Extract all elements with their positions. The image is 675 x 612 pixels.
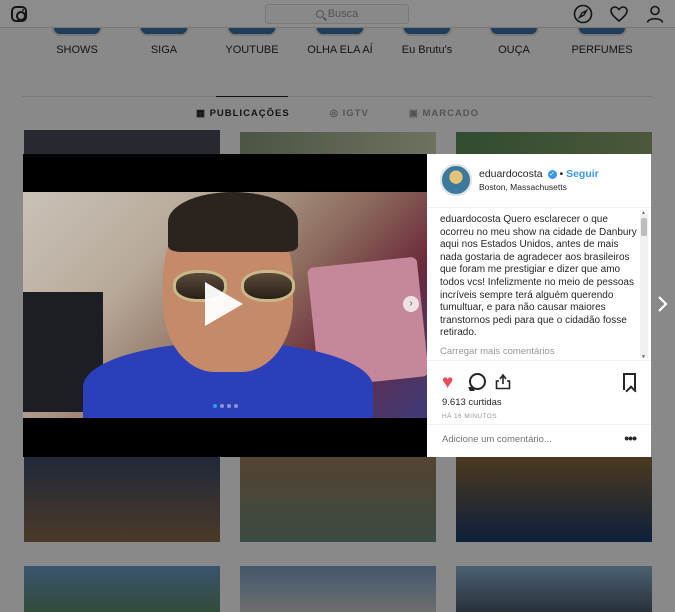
scrollbar-thumb[interactable] xyxy=(641,218,647,236)
follow-button[interactable]: Seguir xyxy=(566,168,599,180)
carousel-dot xyxy=(212,404,217,408)
post-author-line: eduardocosta ✓ • Seguir xyxy=(479,168,599,180)
post-timestamp: HÁ 16 MINUTOS xyxy=(442,413,497,420)
separator: • xyxy=(559,168,564,180)
caption-text: Quero esclarecer o que ocorreu no meu sh… xyxy=(440,214,637,339)
carousel-next-button[interactable]: › xyxy=(403,296,419,312)
caption-scrollbar[interactable] xyxy=(640,210,648,360)
post-media[interactable]: › xyxy=(23,154,427,457)
next-post-arrow-icon[interactable] xyxy=(655,294,671,314)
likes-count[interactable]: 9.613 curtidas xyxy=(442,397,502,408)
post-details-panel: eduardocosta ✓ • Seguir Boston, Massachu… xyxy=(427,154,651,457)
avatar[interactable] xyxy=(440,164,472,196)
comment-input[interactable] xyxy=(442,434,612,445)
comment-form: ••• xyxy=(427,424,651,457)
share-icon[interactable] xyxy=(495,373,511,390)
save-bookmark-icon[interactable] xyxy=(623,373,636,390)
video-frame[interactable]: › xyxy=(23,192,427,418)
comment-icon[interactable] xyxy=(469,373,486,390)
author-username[interactable]: eduardocosta xyxy=(479,168,543,180)
carousel-dot xyxy=(226,404,231,408)
post-location[interactable]: Boston, Massachusetts xyxy=(479,182,567,192)
like-heart-icon[interactable]: ♥ xyxy=(442,373,453,392)
carousel-dots xyxy=(23,404,427,408)
verified-badge-icon: ✓ xyxy=(547,169,557,179)
video-scene xyxy=(168,192,298,252)
more-options-icon[interactable]: ••• xyxy=(624,430,637,446)
post-actions: ♥ 9.613 curtidas HÁ 16 MINUTOS xyxy=(427,360,651,424)
caption-area: eduardocosta Quero esclarecer o que ocor… xyxy=(440,214,640,358)
caption-username[interactable]: eduardocosta xyxy=(440,214,501,225)
carousel-dot xyxy=(219,404,224,408)
carousel-dot xyxy=(233,404,238,408)
post-header: eduardocosta ✓ • Seguir Boston, Massachu… xyxy=(427,154,651,208)
load-more-comments-link[interactable]: Carregar mais comentários xyxy=(440,346,640,358)
play-icon[interactable] xyxy=(205,282,243,326)
